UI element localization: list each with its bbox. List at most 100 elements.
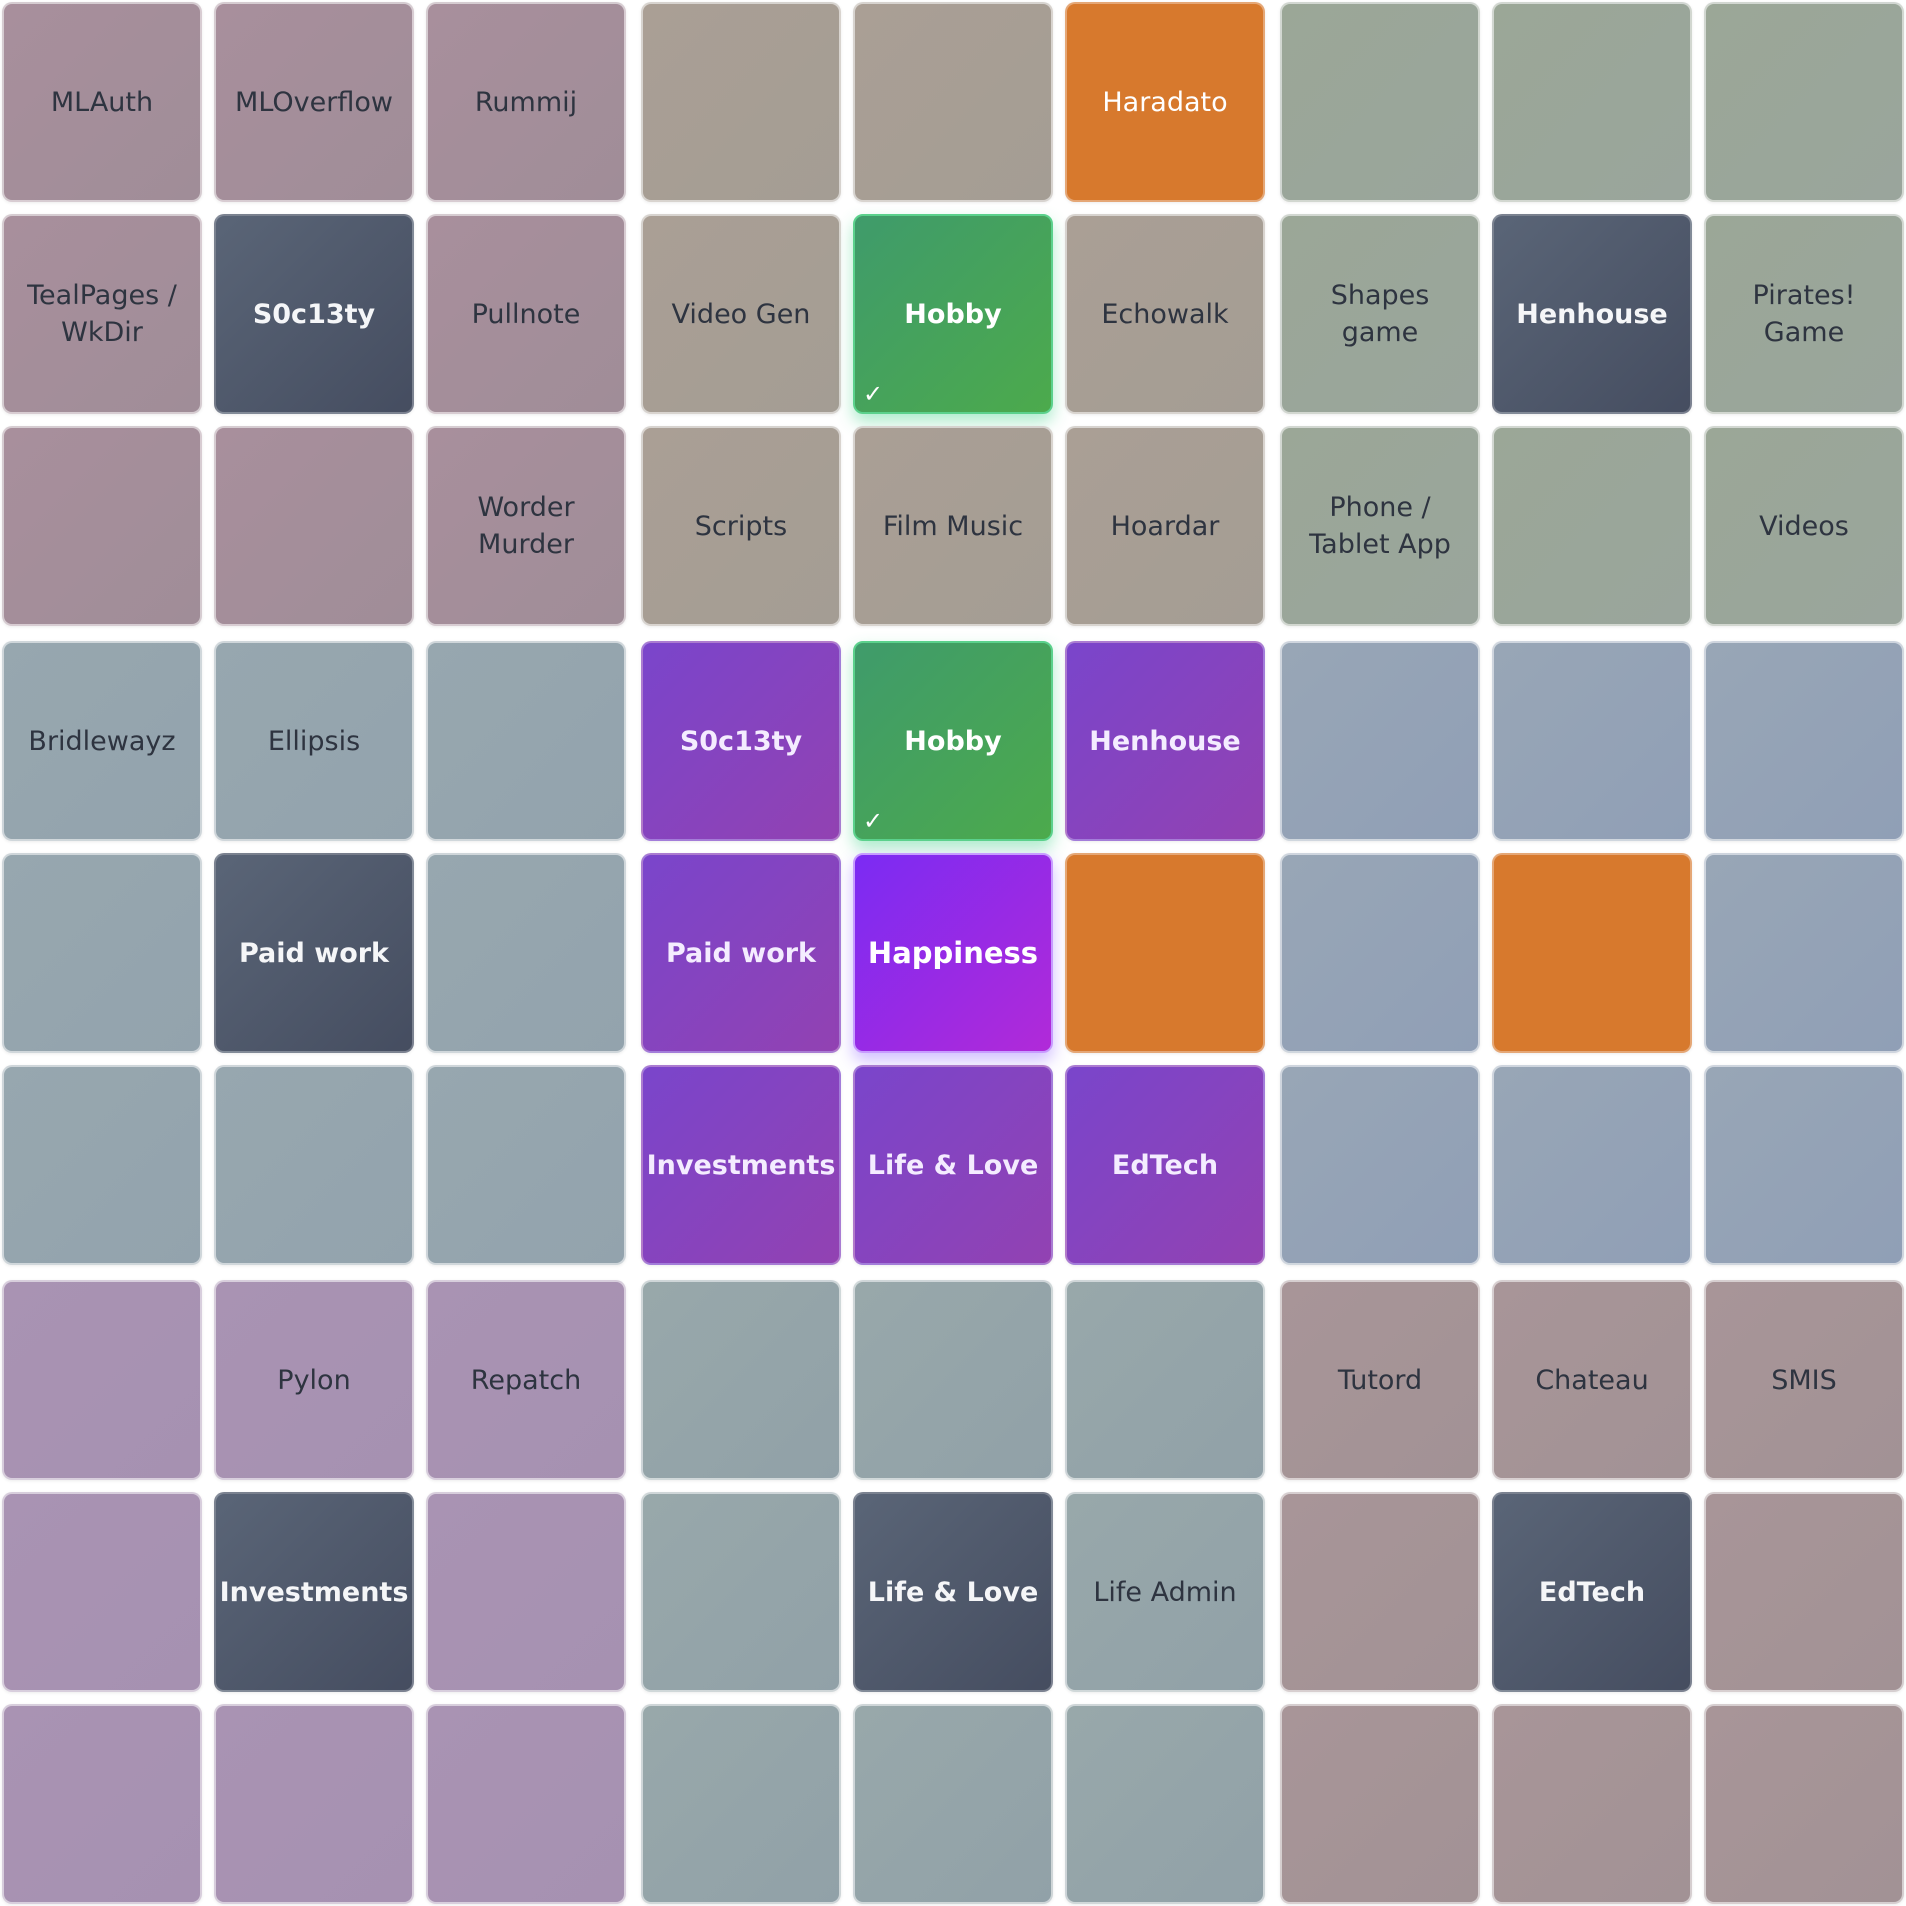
tile-empty[interactable] — [641, 1492, 841, 1692]
tile-life-love[interactable]: Life & Love — [853, 1065, 1053, 1265]
tile-empty[interactable] — [214, 426, 414, 626]
tile-label: Video Gen — [671, 298, 811, 330]
tile-empty[interactable] — [426, 641, 626, 841]
tile-empty[interactable] — [1280, 1704, 1480, 1904]
tile-empty[interactable] — [1704, 2, 1904, 202]
tile-empty[interactable] — [641, 1704, 841, 1904]
tile-worder-murder[interactable]: Worder Murder — [426, 426, 626, 626]
tile-empty[interactable] — [214, 1704, 414, 1904]
tile-label: Scripts — [694, 510, 788, 542]
tile-empty[interactable] — [214, 1065, 414, 1265]
tile-bridlewayz[interactable]: Bridlewayz — [2, 641, 202, 841]
tile-empty[interactable] — [426, 1704, 626, 1904]
tile-empty[interactable] — [2, 426, 202, 626]
tile-empty[interactable] — [426, 1492, 626, 1692]
tile-happiness[interactable]: Happiness — [853, 853, 1053, 1053]
tile-edtech[interactable]: EdTech — [1492, 1492, 1692, 1692]
tile-empty[interactable] — [1492, 426, 1692, 626]
tile-pirates-game[interactable]: Pirates! Game — [1704, 214, 1904, 414]
tile-empty[interactable] — [2, 1492, 202, 1692]
tile-echowalk[interactable]: Echowalk — [1065, 214, 1265, 414]
tile-empty[interactable] — [1065, 853, 1265, 1053]
tile-empty[interactable] — [1280, 641, 1480, 841]
tile-pullnote[interactable]: Pullnote — [426, 214, 626, 414]
tile-label: Investments — [646, 1149, 836, 1181]
tile-empty[interactable] — [2, 1065, 202, 1265]
tile-scripts[interactable]: Scripts — [641, 426, 841, 626]
tile-smis[interactable]: SMIS — [1704, 1280, 1904, 1480]
tile-label: Echowalk — [1101, 298, 1229, 330]
tile-mlauth[interactable]: MLAuth — [2, 2, 202, 202]
tile-empty[interactable] — [1704, 1492, 1904, 1692]
tile-videos[interactable]: Videos — [1704, 426, 1904, 626]
tile-pylon[interactable]: Pylon — [214, 1280, 414, 1480]
tile-rummij[interactable]: Rummij — [426, 2, 626, 202]
tile-empty[interactable] — [1492, 853, 1692, 1053]
tile-empty[interactable] — [853, 1704, 1053, 1904]
tile-empty[interactable] — [1065, 1280, 1265, 1480]
tile-empty[interactable] — [853, 1280, 1053, 1480]
tile-label: Bridlewayz — [28, 725, 176, 757]
tile-empty[interactable] — [426, 1065, 626, 1265]
tile-label: MLOverflow — [235, 86, 393, 118]
tile-mloverflow[interactable]: MLOverflow — [214, 2, 414, 202]
tile-edtech[interactable]: EdTech — [1065, 1065, 1265, 1265]
tile-empty[interactable] — [1492, 641, 1692, 841]
tile-label: Chateau — [1535, 1364, 1649, 1396]
mandala-board: MLAuth MLOverflow Rummij TealPages / WkDir S… — [0, 0, 1906, 1906]
tile-paid-work[interactable]: Paid work — [641, 853, 841, 1053]
tile-life-admin[interactable]: Life Admin — [1065, 1492, 1265, 1692]
tile-hoardar[interactable]: Hoardar — [1065, 426, 1265, 626]
tile-repatch[interactable]: Repatch — [426, 1280, 626, 1480]
tile-hobby[interactable]: Hobby ✓ — [853, 214, 1053, 414]
tile-tutord[interactable]: Tutord — [1280, 1280, 1480, 1480]
tile-label: Ellipsis — [267, 725, 361, 757]
tile-empty[interactable] — [1280, 1492, 1480, 1692]
tile-hobby[interactable]: Hobby ✓ — [853, 641, 1053, 841]
tile-empty[interactable] — [1704, 1704, 1904, 1904]
tile-label: Hobby — [904, 725, 1002, 757]
tile-investments[interactable]: Investments — [641, 1065, 841, 1265]
tile-film-music[interactable]: Film Music — [853, 426, 1053, 626]
tile-empty[interactable] — [641, 1280, 841, 1480]
tile-henhouse[interactable]: Henhouse — [1065, 641, 1265, 841]
tile-haradato[interactable]: Haradato — [1065, 2, 1265, 202]
checkmark-icon: ✓ — [863, 380, 884, 408]
tile-empty[interactable] — [853, 2, 1053, 202]
tile-label: Phone / Tablet App — [1309, 492, 1451, 560]
tile-label: Shapes game — [1330, 280, 1430, 348]
tile-empty[interactable] — [1065, 1704, 1265, 1904]
tile-empty[interactable] — [1280, 853, 1480, 1053]
tile-investments[interactable]: Investments — [214, 1492, 414, 1692]
tile-label: Hobby — [904, 298, 1002, 330]
tile-empty[interactable] — [1704, 641, 1904, 841]
tile-empty[interactable] — [641, 2, 841, 202]
tile-empty[interactable] — [1492, 1704, 1692, 1904]
tile-s0c13ty[interactable]: S0c13ty — [641, 641, 841, 841]
tile-shapes-game[interactable]: Shapes game — [1280, 214, 1480, 414]
tile-tealpages-wkdir[interactable]: TealPages / WkDir — [2, 214, 202, 414]
tile-empty[interactable] — [426, 853, 626, 1053]
tile-label: Henhouse — [1516, 298, 1668, 330]
tile-empty[interactable] — [1280, 1065, 1480, 1265]
tile-empty[interactable] — [2, 1280, 202, 1480]
tile-s0c13ty[interactable]: S0c13ty — [214, 214, 414, 414]
tile-label: Pirates! Game — [1752, 280, 1856, 348]
tile-label: S0c13ty — [252, 298, 376, 330]
tile-phone-tablet-app[interactable]: Phone / Tablet App — [1280, 426, 1480, 626]
tile-empty[interactable] — [1704, 853, 1904, 1053]
tile-empty[interactable] — [2, 853, 202, 1053]
tile-label: EdTech — [1538, 1576, 1646, 1608]
tile-ellipsis[interactable]: Ellipsis — [214, 641, 414, 841]
tile-chateau[interactable]: Chateau — [1492, 1280, 1692, 1480]
tile-label: TealPages / WkDir — [27, 280, 177, 348]
tile-empty[interactable] — [1492, 2, 1692, 202]
tile-paid-work[interactable]: Paid work — [214, 853, 414, 1053]
tile-empty[interactable] — [1704, 1065, 1904, 1265]
tile-video-gen[interactable]: Video Gen — [641, 214, 841, 414]
tile-life-love[interactable]: Life & Love — [853, 1492, 1053, 1692]
tile-empty[interactable] — [2, 1704, 202, 1904]
tile-empty[interactable] — [1280, 2, 1480, 202]
tile-henhouse[interactable]: Henhouse — [1492, 214, 1692, 414]
tile-empty[interactable] — [1492, 1065, 1692, 1265]
